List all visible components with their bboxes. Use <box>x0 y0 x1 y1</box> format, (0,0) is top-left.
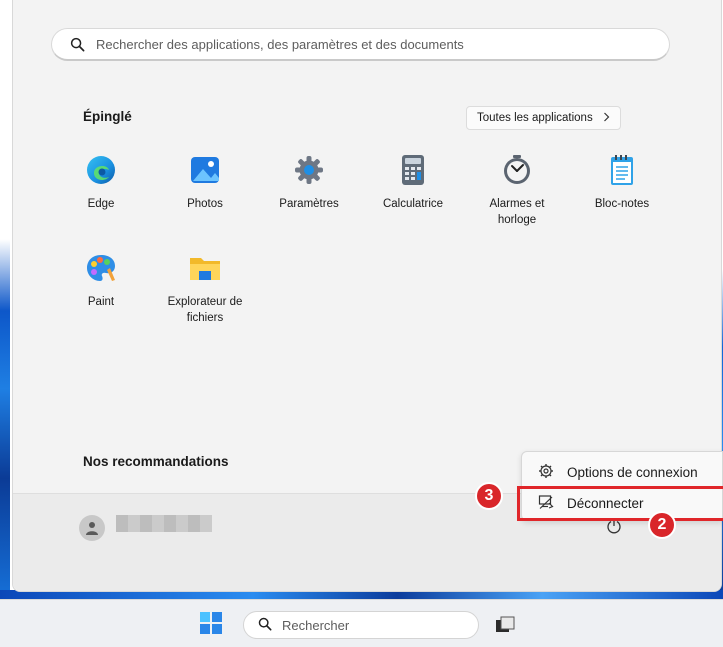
step-badge-2: 2 <box>648 511 676 539</box>
menu-item-options-de-connexion[interactable]: Options de connexion <box>522 457 723 488</box>
task-view-button[interactable] <box>495 616 515 634</box>
clock-icon <box>499 152 535 188</box>
gear-icon <box>538 463 554 482</box>
recommendations-title: Nos recommandations <box>83 454 229 469</box>
pinned-app-photos[interactable]: Photos <box>159 152 251 212</box>
search-icon <box>70 36 86 52</box>
chevron-right-icon <box>603 112 610 125</box>
app-label: Paint <box>87 296 115 308</box>
start-search-box[interactable]: Rechercher des applications, des paramèt… <box>51 28 670 61</box>
paint-palette-icon <box>83 250 119 286</box>
user-avatar[interactable] <box>79 515 105 541</box>
step-badge-3: 3 <box>475 482 503 510</box>
task-view-icon <box>496 616 515 632</box>
menu-item-label: Options de connexion <box>567 465 698 480</box>
pinned-app-parametres[interactable]: Paramètres <box>263 152 355 212</box>
app-label: Bloc-notes <box>594 198 650 210</box>
windows-logo-icon <box>200 612 210 622</box>
app-label: Edge <box>87 198 115 210</box>
pinned-app-explorateur[interactable]: Explorateur de fichiers <box>159 250 251 326</box>
all-apps-button[interactable]: Toutes les applications <box>466 106 621 130</box>
start-search-placeholder: Rechercher des applications, des paramèt… <box>96 36 464 52</box>
highlight-box-deconnecter <box>517 486 723 521</box>
app-label: Paramètres <box>279 198 339 210</box>
pinned-app-bloc-notes[interactable]: Bloc-notes <box>576 152 668 212</box>
settings-gear-icon <box>291 152 327 188</box>
edge-icon <box>83 152 119 188</box>
pinned-section-title: Épinglé <box>83 109 132 124</box>
pinned-app-edge[interactable]: Edge <box>55 152 147 212</box>
photos-icon <box>187 152 223 188</box>
taskbar-search-placeholder: Rechercher <box>282 617 350 633</box>
username-redacted[interactable] <box>116 515 212 532</box>
windows-start-button[interactable] <box>200 612 222 634</box>
pinned-app-calculatrice[interactable]: Calculatrice <box>367 152 459 212</box>
person-icon <box>86 522 98 535</box>
app-label: Photos <box>187 198 223 210</box>
app-label: Explorateur de fichiers <box>167 296 243 324</box>
notepad-icon <box>604 152 640 188</box>
calculator-icon <box>395 152 431 188</box>
pinned-app-paint[interactable]: Paint <box>55 250 147 310</box>
app-label: Calculatrice <box>382 198 444 210</box>
pinned-app-alarmes[interactable]: Alarmes et horloge <box>471 152 563 228</box>
app-label: Alarmes et horloge <box>489 198 545 226</box>
taskbar-search-box[interactable]: Rechercher <box>243 611 479 639</box>
desktop-wallpaper-left <box>0 0 10 598</box>
all-apps-label: Toutes les applications <box>477 112 593 124</box>
folder-icon <box>187 250 223 286</box>
search-icon <box>258 617 272 634</box>
